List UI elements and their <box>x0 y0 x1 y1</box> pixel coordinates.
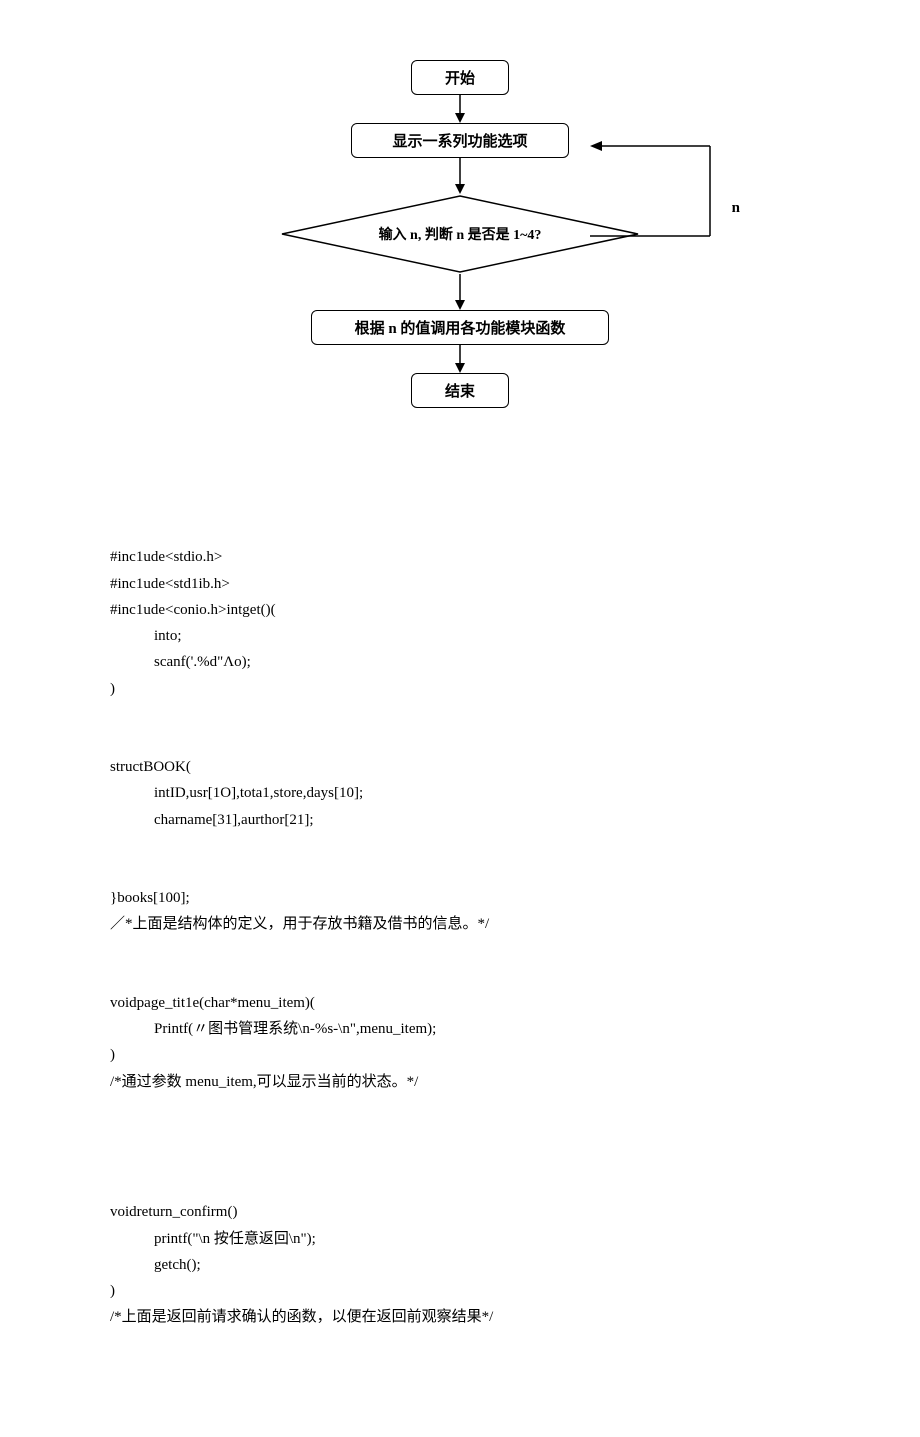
code-line: ／*上面是结构体的定义，用于存放书籍及借书的信息。*/ <box>110 916 489 932</box>
code-line: }books[100]; <box>110 890 190 906</box>
code-line: /*上面是返回前请求确认的函数，以便在返回前观察结果*/ <box>110 1309 493 1325</box>
code-line: into; <box>110 623 182 649</box>
code-line: /*通过参数 menu_item,可以显示当前的状态。*/ <box>110 1074 418 1090</box>
code-line: structBOOK( <box>110 759 191 775</box>
flow-call-module: 根据 n 的值调用各功能模块函数 <box>311 310 609 345</box>
flow-show-options: 显示一系列功能选项 <box>351 123 569 158</box>
code-line: intID,usr[1O],tota1,store,days[10]; <box>110 780 363 806</box>
code-line: getch(); <box>110 1252 201 1278</box>
code-line: voidpage_tit1e(char*menu_item)( <box>110 995 315 1011</box>
code-line: charname[31],aurthor[21]; <box>110 807 314 833</box>
code-line: #inc1ude<std1ib.h> <box>110 576 230 592</box>
code-line: Printf(〃图书管理系统\n-%s-\n",menu_item); <box>110 1016 436 1042</box>
code-line: voidreturn_confirm() <box>110 1204 237 1220</box>
code-line: printf("\n 按任意返回\n"); <box>110 1226 316 1252</box>
flowchart: 开始 显示一系列功能选项 输入 n, 判断 n 是否是 1~4? 根据 n 的值… <box>210 60 710 408</box>
arrow-icon <box>450 95 470 123</box>
document-page: 开始 显示一系列功能选项 输入 n, 判断 n 是否是 1~4? 根据 n 的值… <box>0 0 920 1437</box>
arrow-icon <box>450 345 470 373</box>
arrow-icon <box>450 274 470 310</box>
code-line: scanf('.%d"Λo); <box>110 649 251 675</box>
blank-line <box>110 1147 810 1173</box>
arrow-icon <box>450 158 470 194</box>
flow-end-terminal: 结束 <box>411 373 509 408</box>
flow-start-terminal: 开始 <box>411 60 509 95</box>
blank-line <box>110 938 810 964</box>
blank-line <box>110 1095 810 1121</box>
code-line: ) <box>110 1047 115 1063</box>
flow-decision-text: 输入 n, 判断 n 是否是 1~4? <box>280 194 640 274</box>
blank-line <box>110 833 810 859</box>
blank-line <box>110 702 810 728</box>
code-line: ) <box>110 1283 115 1299</box>
source-code-block: #inc1ude<stdio.h> #inc1ude<std1ib.h> #in… <box>110 518 810 1357</box>
flow-loop-label: n <box>732 200 740 217</box>
flow-decision: 输入 n, 判断 n 是否是 1~4? <box>280 194 640 274</box>
code-line: #inc1ude<conio.h>intget()( <box>110 602 276 618</box>
code-line: #inc1ude<stdio.h> <box>110 549 222 565</box>
code-line: ) <box>110 681 115 697</box>
